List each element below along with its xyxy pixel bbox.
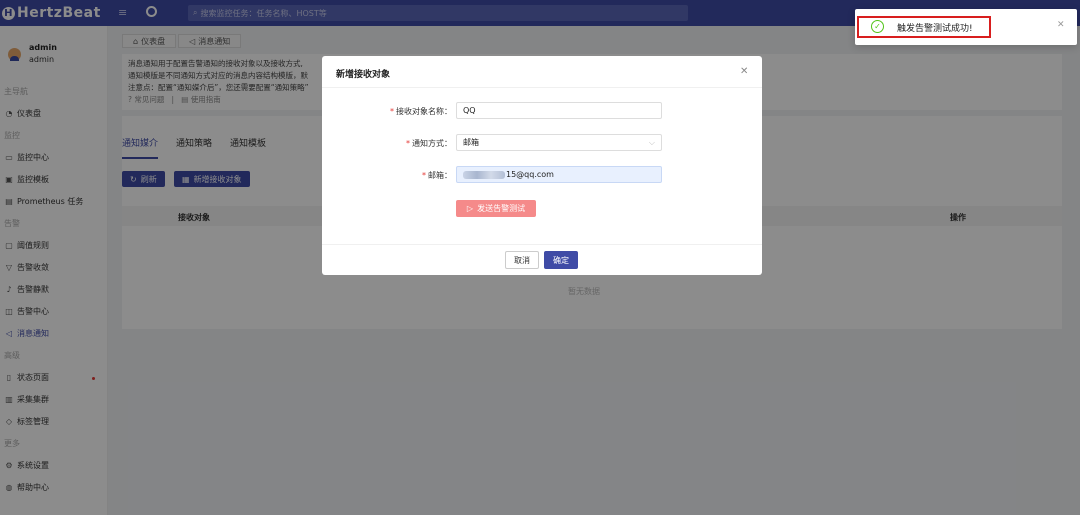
- input-value: 15@qq.com: [506, 170, 554, 179]
- label-text: 接收对象名称: [396, 107, 444, 116]
- send-test-alert-button[interactable]: ▷ 发送告警测试: [456, 200, 536, 217]
- send-icon: ▷: [466, 204, 474, 213]
- email-field[interactable]: 15@qq.com: [456, 166, 662, 183]
- chevron-down-icon: ⌵: [648, 138, 655, 147]
- cancel-button[interactable]: 取消: [505, 251, 539, 269]
- success-toast: ✓ 触发告警测试成功! ✕: [855, 9, 1077, 45]
- ok-button[interactable]: 确定: [544, 251, 578, 269]
- notify-method-select[interactable]: 邮箱 ⌵: [456, 134, 662, 151]
- field-label-method: * 通知方式：: [406, 139, 452, 148]
- field-label-name: * 接收对象名称：: [390, 107, 452, 116]
- label-text: 通知方式: [412, 139, 444, 148]
- label-text: 邮箱: [428, 171, 444, 180]
- dialog-header: 新增接收对象 ✕: [322, 56, 762, 88]
- select-value: 邮箱: [463, 138, 479, 147]
- redacted-text: [463, 170, 505, 179]
- receiver-name-input[interactable]: QQ: [456, 102, 662, 119]
- add-receiver-dialog: 新增接收对象 ✕ * 接收对象名称： QQ * 通知方式： 邮箱 ⌵ * 邮箱： 15@…: [322, 56, 762, 275]
- input-value: QQ: [463, 106, 476, 115]
- toast-message: 触发告警测试成功!: [897, 24, 973, 34]
- field-label-email: * 邮箱：: [422, 171, 452, 180]
- close-icon[interactable]: ✕: [740, 66, 748, 77]
- toast-close-icon[interactable]: ✕: [1057, 20, 1065, 30]
- dialog-title: 新增接收对象: [336, 70, 391, 80]
- dialog-footer: 取消 确定: [322, 244, 762, 275]
- check-circle-icon: ✓: [871, 20, 884, 33]
- button-label: 发送告警测试: [477, 204, 526, 213]
